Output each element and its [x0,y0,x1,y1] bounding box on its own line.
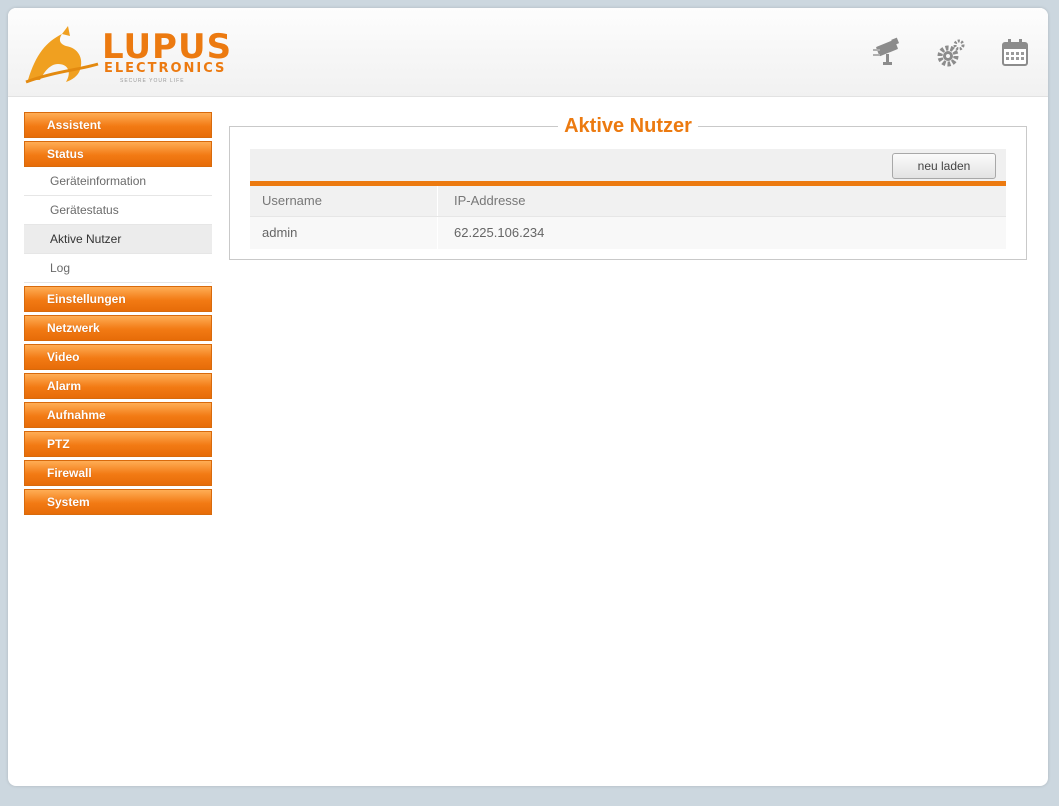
sidebar-item-assistent[interactable]: Assistent [24,112,212,138]
status-submenu: Geräteinformation Gerätestatus Aktive Nu… [24,167,212,283]
sidebar-item-aufnahme[interactable]: Aufnahme [24,402,212,428]
gears-icon[interactable] [934,36,968,70]
reload-button[interactable]: neu laden [892,153,996,179]
app-frame: LUPUS ELECTRONICS SECURE YOUR LIFE Assis… [8,8,1048,786]
logo-tagline: SECURE YOUR LIFE [120,78,185,84]
sidebar-subitem-geraetestatus[interactable]: Gerätestatus [24,196,212,225]
column-header-ip-address: IP-Addresse [454,193,526,208]
active-users-panel: Aktive Nutzer neu laden Username IP-Addr… [229,115,1027,260]
cell-ip-address: 62.225.106.234 [454,225,545,240]
sidebar-subitem-log[interactable]: Log [24,254,212,283]
logo-subtitle: ELECTRONICS [104,61,227,76]
column-header-username: Username [250,186,438,216]
active-users-table: Username IP-Addresse admin 62.225.106.23… [250,186,1006,249]
brand-logo: LUPUS ELECTRONICS SECURE YOUR LIFE [22,18,252,90]
sidebar-item-status[interactable]: Status [24,141,212,167]
camera-icon[interactable] [870,36,904,70]
calendar-icon[interactable] [998,36,1032,70]
sidebar-nav: Assistent Status Geräteinformation Gerät… [24,112,212,518]
sidebar-item-alarm[interactable]: Alarm [24,373,212,399]
sidebar-item-firewall[interactable]: Firewall [24,460,212,486]
panel-toolbar: neu laden [250,149,1006,181]
sidebar-item-ptz[interactable]: PTZ [24,431,212,457]
sidebar-item-system[interactable]: System [24,489,212,515]
sidebar-subitem-geraeteinformation[interactable]: Geräteinformation [24,167,212,196]
cell-username: admin [250,217,438,249]
sidebar-item-video[interactable]: Video [24,344,212,370]
header: LUPUS ELECTRONICS SECURE YOUR LIFE [8,8,1048,97]
logo-title: LUPUS [102,27,233,67]
wolf-logo-icon [25,26,99,84]
panel-title: Aktive Nutzer [558,115,698,137]
sidebar-item-einstellungen[interactable]: Einstellungen [24,286,212,312]
table-row: admin 62.225.106.234 [250,216,1006,249]
sidebar-item-netzwerk[interactable]: Netzwerk [24,315,212,341]
table-header-row: Username IP-Addresse [250,186,1006,216]
sidebar-subitem-aktive-nutzer[interactable]: Aktive Nutzer [24,225,212,254]
